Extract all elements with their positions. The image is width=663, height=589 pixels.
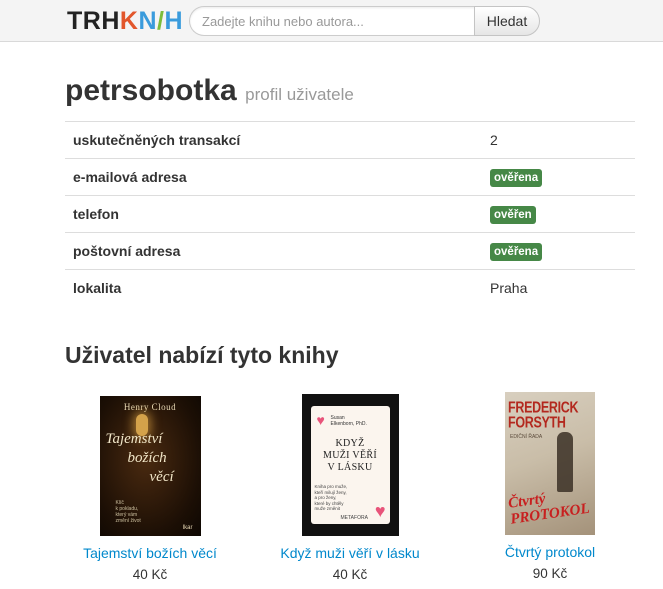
cover-author-line: FORSYTH xyxy=(508,413,566,432)
logo-part-1: TRH xyxy=(67,7,120,35)
search-form: Hledat xyxy=(189,6,540,36)
book-cover-image[interactable]: FREDERICK FORSYTH EDIČNÍ ŘADA Čtvrtý PRO… xyxy=(505,392,595,535)
postal-cell: ověřena xyxy=(482,232,635,270)
cover-title-line: MUŽI VĚŘÍ xyxy=(323,450,377,461)
cover-blurb-line: muže změnit xyxy=(314,506,341,511)
table-row: poštovní adresa ověřena xyxy=(65,232,635,270)
row-label-transactions: uskutečněných transakcí xyxy=(65,121,482,159)
book-price: 90 Kč xyxy=(532,566,568,581)
cover-author: Susan Elkenborn, PhD. xyxy=(331,415,367,427)
cover-title-line: božích xyxy=(127,450,167,466)
email-verified-badge: ověřena xyxy=(490,168,543,187)
logo-part-5: H xyxy=(164,7,184,35)
cover-blurb-line: Kniha pro muže, xyxy=(314,484,348,489)
cover-title: Tajemství božích věcí xyxy=(106,430,174,487)
top-navbar: TRHKN/H Hledat xyxy=(0,0,663,42)
book-price: 40 Kč xyxy=(332,567,368,582)
phone-cell: ověřen xyxy=(482,195,635,233)
cover-author: FREDERICK FORSYTH xyxy=(508,398,592,432)
row-label-email: e-mailová adresa xyxy=(65,158,482,196)
row-label-phone: telefon xyxy=(65,195,482,233)
profile-heading: petrsobotka profil uživatele xyxy=(65,74,354,108)
book-title-link[interactable]: Když muži věří v lásku xyxy=(250,545,450,561)
table-row: uskutečněných transakcí 2 xyxy=(65,121,635,159)
cover-playing-card: ♥ Susan Elkenborn, PhD. KDYŽ MUŽI VĚŘÍ V… xyxy=(310,406,390,524)
cover-author-line: Elkenborn, PhD. xyxy=(330,421,367,427)
cover-title: KDYŽ MUŽI VĚŘÍ V LÁSKU xyxy=(313,438,388,474)
profile-subtitle: profil uživatele xyxy=(245,85,354,104)
row-label-location: lokalita xyxy=(65,269,482,307)
transactions-count: 2 xyxy=(482,121,635,159)
search-input[interactable] xyxy=(189,6,475,36)
cover-title-line: Tajemství xyxy=(105,431,163,447)
logo-part-2: K xyxy=(119,7,139,35)
heart-icon: ♥ xyxy=(374,501,386,521)
email-cell: ověřena xyxy=(482,158,635,196)
book-card: Henry Cloud Tajemství božích věcí Klíč k… xyxy=(50,392,250,583)
cover-blurb-line: změní život xyxy=(115,518,141,524)
cover-title-line: V LÁSKU xyxy=(327,462,373,473)
profile-info-table: uskutečněných transakcí 2 e-mailová adre… xyxy=(65,121,635,307)
book-title-link[interactable]: Tajemství božích věcí xyxy=(50,545,250,561)
offers-section-title: Uživatel nabízí tyto knihy xyxy=(65,342,339,368)
cover-author-line: FREDERICK xyxy=(508,398,579,417)
location-value: Praha xyxy=(482,269,635,307)
book-title-link[interactable]: Čtvrtý protokol xyxy=(450,544,650,560)
cover-blurb: Klíč k pokladu, který vám změní život xyxy=(116,500,141,524)
cover-title-line: KDYŽ xyxy=(335,438,365,449)
cover-blurb: Kniha pro muže, kteří milují ženy, a pro… xyxy=(315,484,348,512)
book-card: FREDERICK FORSYTH EDIČNÍ ŘADA Čtvrtý PRO… xyxy=(450,392,650,582)
row-label-postal-address: poštovní adresa xyxy=(65,232,482,270)
table-row: e-mailová adresa ověřena xyxy=(65,158,635,196)
postal-verified-badge: ověřena xyxy=(490,242,543,261)
search-button[interactable]: Hledat xyxy=(474,6,540,36)
logo-part-3: N xyxy=(138,7,158,35)
cover-title-line: věcí xyxy=(149,469,174,485)
cover-title: Čtvrtý PROTOKOL xyxy=(507,484,595,528)
site-logo[interactable]: TRHKN/H xyxy=(67,9,183,34)
heart-icon: ♥ xyxy=(316,412,325,428)
phone-verified-badge: ověřen xyxy=(490,205,536,224)
cover-publisher: METAFORA xyxy=(340,515,368,521)
cover-author: Henry Cloud xyxy=(123,402,177,412)
book-cover-image[interactable]: Henry Cloud Tajemství božích věcí Klíč k… xyxy=(99,396,201,536)
book-cover-image[interactable]: ♥ Susan Elkenborn, PhD. KDYŽ MUŽI VĚŘÍ V… xyxy=(301,394,399,536)
cover-series: EDIČNÍ ŘADA xyxy=(510,434,543,440)
username: petrsobotka xyxy=(65,74,237,107)
table-row: lokalita Praha xyxy=(65,269,635,307)
cover-figure-silhouette xyxy=(557,432,573,492)
book-price: 40 Kč xyxy=(132,567,168,582)
cover-publisher: Ikar xyxy=(182,525,193,531)
book-card: ♥ Susan Elkenborn, PhD. KDYŽ MUŽI VĚŘÍ V… xyxy=(250,392,450,583)
table-row: telefon ověřen xyxy=(65,195,635,233)
